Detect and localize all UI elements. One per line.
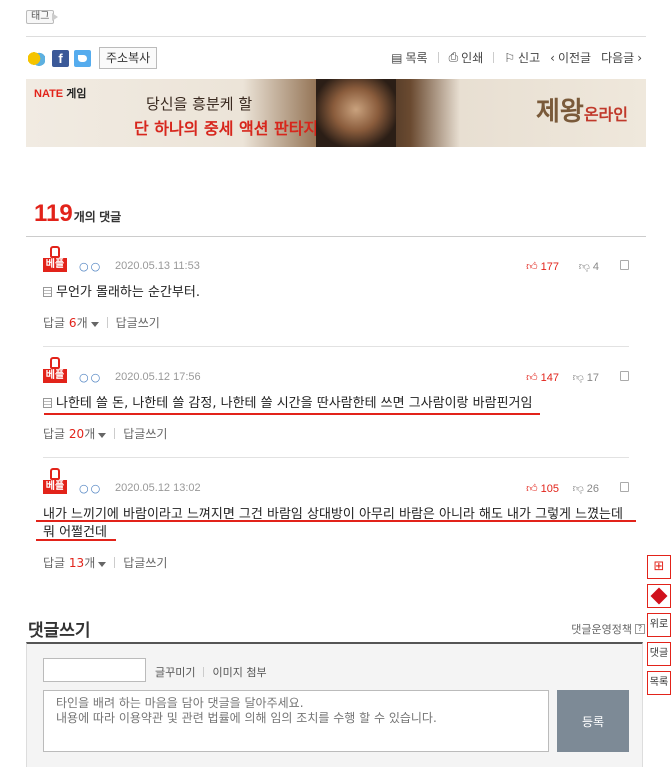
submit-comment-button[interactable]: 등록 bbox=[557, 690, 629, 752]
divider bbox=[106, 317, 108, 328]
dislike-button[interactable]: 👎︎ 26 bbox=[572, 482, 599, 496]
nickname-input[interactable] bbox=[43, 658, 146, 682]
divider bbox=[114, 557, 116, 568]
nate-game-logo: NATE 게임 bbox=[34, 88, 87, 100]
thumbs-up-icon bbox=[50, 468, 60, 480]
reply-toggle[interactable]: 답글 13개 bbox=[43, 554, 107, 571]
next-link[interactable]: 다음글 › bbox=[601, 49, 642, 66]
divider bbox=[43, 457, 629, 458]
like-button[interactable]: 👍︎ 147 bbox=[526, 371, 559, 385]
highlight-underline bbox=[36, 539, 116, 541]
comment-footer: 답글 6개 답글쓰기 bbox=[43, 314, 160, 331]
reply-toggle[interactable]: 답글 6개 bbox=[43, 314, 99, 331]
like-button[interactable]: 👍︎ 105 bbox=[526, 482, 559, 496]
comment-author[interactable]: ○○ bbox=[79, 260, 102, 273]
comment-text: 나한테 쓸 돈, 나한테 쓸 감정, 나한테 쓸 시간을 딴사람한테 쓰면 그사… bbox=[43, 395, 643, 413]
thumbs-down-icon: 👎︎ bbox=[572, 483, 584, 495]
banner-headline: 단 하나의 중세 액션 판타지! bbox=[134, 119, 326, 138]
thumbs-up-icon: 👍︎ bbox=[526, 483, 538, 495]
banner-tagline: 당신을 흥분케 할 bbox=[146, 95, 253, 113]
document-icon bbox=[43, 287, 52, 297]
banner-character-image bbox=[316, 79, 396, 147]
print-link[interactable]: ⎙ 인쇄 bbox=[449, 49, 484, 66]
tag-arrow-icon bbox=[52, 13, 58, 21]
comment-options: 글꾸미기 이미지 첨부 bbox=[155, 664, 267, 680]
copy-url-button[interactable]: 주소복사 bbox=[99, 47, 158, 69]
report-comment-icon[interactable] bbox=[620, 371, 629, 381]
best-comment-badge: 베플 bbox=[43, 246, 67, 274]
reply-toggle[interactable]: 답글 20개 bbox=[43, 425, 107, 442]
thumbs-up-icon bbox=[50, 246, 60, 258]
like-button[interactable]: 👍︎ 177 bbox=[526, 260, 559, 274]
dislike-button[interactable]: 👎︎ 17 bbox=[572, 371, 599, 385]
report-link[interactable]: ⚐ 신고 bbox=[504, 49, 540, 66]
comment-date: 2020.05.13 11:53 bbox=[115, 260, 200, 272]
comment-text: 무언가 몰래하는 순간부터. bbox=[43, 284, 643, 302]
list-icon: ▤ bbox=[391, 50, 403, 65]
nate-me-share-icon[interactable] bbox=[28, 50, 45, 67]
attach-image-button[interactable]: 이미지 첨부 bbox=[212, 664, 266, 680]
divider bbox=[26, 236, 646, 237]
print-icon: ⎙ bbox=[448, 50, 459, 64]
help-icon: ? bbox=[635, 624, 645, 634]
report-comment-icon[interactable] bbox=[620, 260, 629, 270]
nate-cube-button[interactable] bbox=[647, 584, 671, 608]
write-reply-link[interactable]: 답글쓰기 bbox=[116, 314, 160, 331]
chevron-down-icon bbox=[98, 433, 107, 438]
bookmark-icon: ⊞ bbox=[653, 559, 665, 574]
chevron-down-icon bbox=[98, 562, 107, 567]
document-icon bbox=[43, 398, 52, 408]
thumbs-up-icon: 👍︎ bbox=[526, 261, 538, 273]
divider bbox=[43, 346, 629, 347]
comment-author[interactable]: ○○ bbox=[79, 482, 102, 495]
comments-count-header: 119개의 댓글 bbox=[34, 200, 122, 227]
ad-banner[interactable]: NATE 게임 당신을 흥분케 할 단 하나의 중세 액션 판타지! 제왕온라인 bbox=[26, 79, 646, 147]
comment-text: 내가 느끼기에 바람이라고 느껴지면 그건 바람임 상대방이 아무리 바람은 아… bbox=[43, 507, 623, 540]
best-comment-badge: 베플 bbox=[43, 357, 67, 385]
highlight-underline bbox=[36, 520, 636, 522]
thumbs-up-icon: 👍︎ bbox=[526, 372, 538, 384]
report-comment-icon[interactable] bbox=[620, 482, 629, 492]
comment-footer: 답글 20개 답글쓰기 bbox=[43, 425, 167, 442]
scroll-top-button[interactable]: 위로 bbox=[647, 613, 671, 637]
report-icon: ⚐ bbox=[504, 50, 516, 65]
facebook-share-icon[interactable]: f bbox=[52, 50, 69, 67]
write-comment-title: 댓글쓰기 bbox=[28, 621, 91, 641]
tag-label[interactable]: 태그 bbox=[26, 10, 55, 24]
best-comment-badge: 베플 bbox=[43, 468, 67, 496]
comment-date: 2020.05.12 17:56 bbox=[115, 371, 201, 383]
banner-game-title: 제왕온라인 bbox=[535, 97, 628, 127]
bookmark-add-button[interactable]: ⊞ bbox=[647, 555, 671, 579]
comment-form: 글꾸미기 이미지 첨부 등록 bbox=[26, 642, 643, 767]
article-actions: ▤ 목록 ⎙ 인쇄 ⚐ 신고 ‹ 이전글 다음글 › bbox=[391, 49, 642, 66]
dislike-button[interactable]: 👎︎ 4 bbox=[578, 260, 599, 274]
comment-footer: 답글 13개 답글쓰기 bbox=[43, 554, 167, 571]
chevron-right-icon: › bbox=[637, 50, 642, 65]
comment-author[interactable]: ○○ bbox=[79, 371, 102, 384]
thumbs-down-icon: 👎︎ bbox=[572, 372, 584, 384]
thumbs-down-icon: 👎︎ bbox=[578, 261, 590, 273]
thumbs-up-icon bbox=[50, 357, 60, 369]
twitter-share-icon[interactable] bbox=[74, 50, 91, 67]
chevron-down-icon bbox=[90, 322, 99, 327]
comment-policy-link[interactable]: 댓글운영정책? bbox=[571, 621, 645, 637]
decorate-text-button[interactable]: 글꾸미기 bbox=[155, 664, 195, 680]
divider bbox=[203, 667, 205, 677]
goto-list-button[interactable]: 목록 bbox=[647, 671, 671, 695]
divider bbox=[437, 52, 439, 63]
share-toolbar: f 주소복사 ▤ 목록 ⎙ 인쇄 ⚐ 신고 ‹ 이전글 다음글 › bbox=[26, 36, 646, 74]
comment-textarea[interactable] bbox=[43, 690, 549, 752]
prev-link[interactable]: ‹ 이전글 bbox=[550, 49, 591, 66]
side-tools: ⊞ 위로 댓글 목록 bbox=[647, 555, 671, 700]
goto-comments-button[interactable]: 댓글 bbox=[647, 642, 671, 666]
list-link[interactable]: ▤ 목록 bbox=[391, 49, 427, 66]
divider bbox=[114, 428, 116, 439]
divider bbox=[493, 52, 495, 63]
write-reply-link[interactable]: 답글쓰기 bbox=[123, 425, 167, 442]
chevron-left-icon: ‹ bbox=[550, 50, 555, 65]
write-reply-link[interactable]: 답글쓰기 bbox=[123, 554, 167, 571]
highlight-underline bbox=[44, 413, 540, 415]
comment-date: 2020.05.12 13:02 bbox=[115, 482, 201, 494]
